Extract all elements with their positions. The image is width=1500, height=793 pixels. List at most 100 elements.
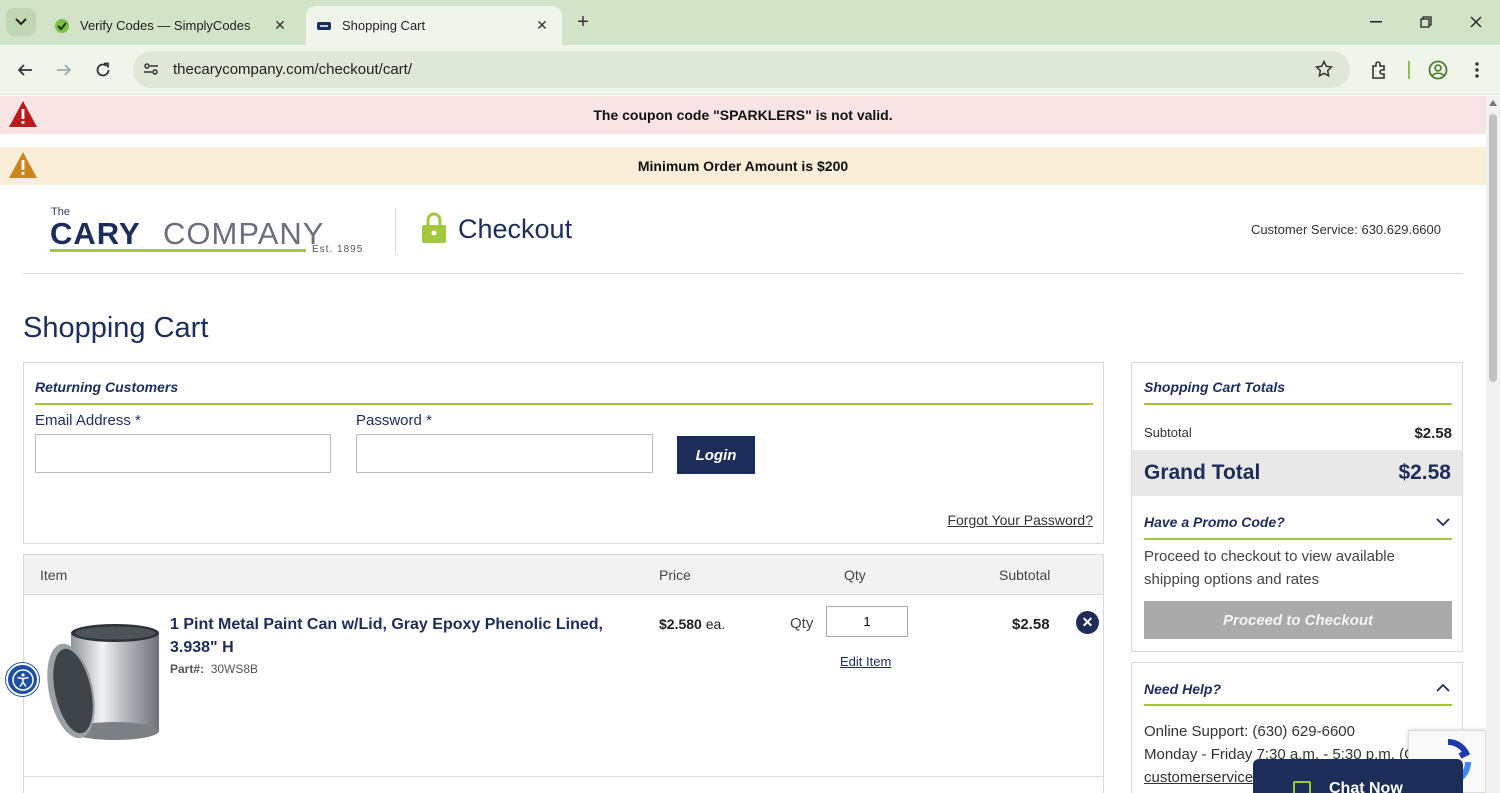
online-support: Online Support: (630) 629-6600 <box>1144 723 1355 740</box>
unit-price-unit: ea. <box>705 616 726 632</box>
extensions-icon[interactable] <box>1367 58 1391 82</box>
forward-arrow-icon[interactable] <box>51 57 77 83</box>
more-menu-icon[interactable] <box>1465 58 1489 82</box>
site-info-icon[interactable] <box>141 59 161 79</box>
chevron-down-icon[interactable] <box>1436 515 1450 529</box>
login-button[interactable]: Login <box>677 436 755 474</box>
chevron-down-icon <box>15 18 27 26</box>
error-warning-icon <box>9 101 37 127</box>
header-divider-line <box>23 273 1463 274</box>
chat-bubble-icon <box>1293 781 1311 793</box>
edit-item-link[interactable]: Edit Item <box>840 654 891 669</box>
row-divider <box>24 776 1103 777</box>
restore-icon[interactable] <box>1414 10 1438 34</box>
email-label: Email Address * <box>35 412 141 429</box>
grand-total-label: Grand Total <box>1144 461 1261 484</box>
profile-icon[interactable] <box>1426 58 1450 82</box>
warning-icon <box>9 152 37 178</box>
tab-title: Verify Codes — SimplyCodes <box>80 18 251 33</box>
column-item: Item <box>40 567 68 583</box>
forgot-password-link[interactable]: Forgot Your Password? <box>947 512 1093 528</box>
url-text: thecarycompany.com/checkout/cart/ <box>173 61 412 78</box>
minimize-icon[interactable] <box>1364 10 1388 34</box>
product-image[interactable] <box>41 621 163 745</box>
cart-totals-panel: Shopping Cart Totals Subtotal $2.58 Gran… <box>1131 362 1463 652</box>
heading-underline <box>35 403 1093 405</box>
page-title: Shopping Cart <box>23 312 209 344</box>
toolbar-separator <box>1408 61 1410 79</box>
product-name-link[interactable]: 1 Pint Metal Paint Can w/Lid, Gray Epoxy… <box>170 613 630 659</box>
chevron-up-icon[interactable] <box>1436 681 1450 695</box>
returning-customers-heading: Returning Customers <box>35 379 179 395</box>
lock-icon <box>422 212 446 243</box>
tab-search-dropdown[interactable] <box>6 8 36 36</box>
cary-company-favicon-icon <box>316 18 332 34</box>
checkout-title: Checkout <box>458 214 573 244</box>
alert-text: The coupon code "SPARKLERS" is not valid… <box>593 107 893 123</box>
close-tab-icon[interactable]: ✕ <box>270 16 290 36</box>
accessibility-button[interactable] <box>6 663 39 696</box>
customer-service-phone[interactable]: Customer Service: 630.629.6600 <box>1251 222 1441 237</box>
scroll-up-arrow-icon[interactable] <box>1489 100 1497 106</box>
page-viewport: The coupon code "SPARKLERS" is not valid… <box>0 96 1500 793</box>
password-field[interactable] <box>356 434 653 473</box>
subtotal-label: Subtotal <box>1144 425 1192 440</box>
browser-tab-bar: Verify Codes — SimplyCodes ✕ Shopping Ca… <box>0 0 1500 45</box>
coupon-error-alert: The coupon code "SPARKLERS" is not valid… <box>0 96 1486 134</box>
unit-price: $2.580 ea. <box>659 616 725 632</box>
reload-icon[interactable] <box>90 57 116 83</box>
cart-totals-heading: Shopping Cart Totals <box>1144 379 1286 395</box>
unit-price-value: $2.580 <box>659 616 702 632</box>
new-tab-plus-icon[interactable]: + <box>572 11 594 33</box>
grand-total-row: Grand Total $2.58 <box>1132 450 1462 496</box>
cart-items-table: Item Price Qty Subtotal 1 Pint Metal Pai… <box>23 554 1104 793</box>
part-number: Part#: 30WS8B <box>170 662 258 676</box>
quantity-field[interactable] <box>826 606 908 637</box>
scrollbar-thumb[interactable] <box>1489 114 1497 382</box>
address-bar[interactable]: thecarycompany.com/checkout/cart/ <box>133 51 1350 88</box>
qty-label: Qty <box>790 615 814 632</box>
heading-underline <box>1144 403 1452 405</box>
proceed-to-checkout-button[interactable]: Proceed to Checkout <box>1144 601 1452 639</box>
password-label: Password * <box>356 412 432 429</box>
heading-underline <box>1144 704 1452 706</box>
returning-customers-panel: Returning Customers Email Address * Pass… <box>23 362 1104 544</box>
promo-underline <box>1144 538 1452 540</box>
part-number-value: 30WS8B <box>210 662 259 676</box>
simplycodes-favicon-icon <box>54 18 70 34</box>
page-scrollbar[interactable] <box>1486 96 1500 793</box>
minimum-order-alert: Minimum Order Amount is $200 <box>0 147 1486 185</box>
bookmark-star-icon[interactable] <box>1314 59 1334 79</box>
part-number-label: Part#: <box>170 662 205 676</box>
email-field[interactable] <box>35 434 331 473</box>
header-divider <box>395 208 396 254</box>
logo-underline <box>50 249 306 252</box>
logo-cary: CARY <box>50 216 141 251</box>
logo-company: COMPANY <box>163 216 325 251</box>
close-tab-icon[interactable]: ✕ <box>532 16 552 36</box>
tab-title: Shopping Cart <box>342 18 426 33</box>
browser-toolbar: thecarycompany.com/checkout/cart/ <box>0 45 1500 95</box>
tab-simplycodes[interactable]: Verify Codes — SimplyCodes ✕ <box>44 6 300 45</box>
need-help-toggle[interactable]: Need Help? <box>1144 681 1221 697</box>
back-arrow-icon[interactable] <box>12 57 38 83</box>
alert-text: Minimum Order Amount is $200 <box>637 158 849 174</box>
tab-shopping-cart[interactable]: Shopping Cart ✕ <box>306 6 562 45</box>
accessibility-icon <box>11 668 34 691</box>
column-subtotal: Subtotal <box>999 567 1051 583</box>
subtotal-value: $2.58 <box>1414 425 1452 442</box>
support-email-link[interactable]: customerservice <box>1144 769 1253 786</box>
chat-now-label: Chat Now <box>1329 780 1403 793</box>
column-qty: Qty <box>844 567 866 583</box>
remove-item-icon[interactable]: ✕ <box>1076 611 1099 634</box>
promo-code-toggle[interactable]: Have a Promo Code? <box>1144 514 1285 530</box>
row-subtotal: $2.58 <box>1012 616 1050 633</box>
column-price: Price <box>659 567 691 583</box>
proceed-note: Proceed to checkout to view available sh… <box>1144 548 1395 588</box>
cart-table-header: Item Price Qty Subtotal <box>24 555 1103 595</box>
cary-company-logo[interactable]: The CARY COMPANY Est. 1895 <box>50 206 370 256</box>
chat-now-button[interactable]: Chat Now <box>1253 759 1463 793</box>
close-window-icon[interactable] <box>1464 10 1488 34</box>
logo-est: Est. 1895 <box>312 244 364 255</box>
grand-total-value: $2.58 <box>1398 461 1451 484</box>
